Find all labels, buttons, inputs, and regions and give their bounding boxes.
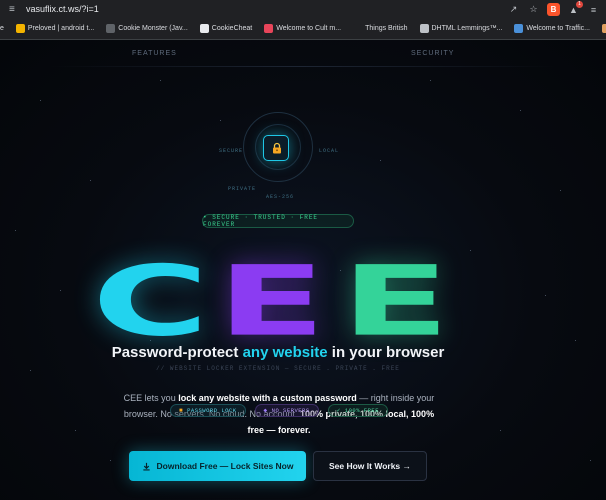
background-star <box>520 110 521 111</box>
background-star <box>60 290 61 291</box>
lock-icon <box>273 142 281 154</box>
brave-rewards-icon[interactable]: ▲ 1 <box>567 1 583 16</box>
background-star <box>90 180 91 181</box>
headline-accent: any website <box>242 344 328 361</box>
orbit-label-local: LOCAL <box>319 148 340 154</box>
rewards-badge: 1 <box>576 1 583 8</box>
bookmark-favicon-icon <box>514 24 524 33</box>
background-star <box>560 190 561 191</box>
background-star <box>470 250 471 251</box>
background-star <box>75 430 76 431</box>
bookmark-favicon-icon <box>264 24 274 33</box>
background-star <box>160 80 161 81</box>
subtagline: // WEBSITE LOCKER EXTENSION — SECURE . P… <box>156 365 400 372</box>
bookmark-favicon-icon <box>199 24 209 33</box>
chip-no-servers: ◆ NO SERVERS <box>254 404 319 417</box>
bookmark-label: te <box>0 25 4 32</box>
nav-divider <box>50 66 556 67</box>
headline-post: in your browser <box>327 344 445 361</box>
desc-part-1: CEE lets you <box>123 393 179 403</box>
bookmark-item[interactable]: Things British <box>353 24 408 33</box>
how-it-works-button[interactable]: See How It Works → <box>313 451 427 481</box>
orbit-label-private: PRIVATE <box>228 186 257 192</box>
orbit-label-secure: SECURE <box>219 148 244 154</box>
bookmark-label: DHTML Lemmings™... <box>431 25 503 32</box>
download-icon <box>142 462 150 471</box>
chip-label: NO SERVERS <box>271 407 310 414</box>
bookmark-item[interactable]: CookieCheat <box>199 24 253 33</box>
bookmark-item[interactable]: DHTML Lemmings™... <box>419 24 503 33</box>
lock-badge <box>263 135 289 161</box>
bookmark-favicon-icon <box>106 24 116 33</box>
bookmark-item[interactable]: Welcome to Traffic... <box>514 24 590 33</box>
background-star <box>220 120 221 121</box>
background-star <box>40 100 41 101</box>
trust-pill: • SECURE · TRUSTED · FREE FOREVER <box>202 214 354 228</box>
bookmark-label: CookieCheat <box>211 25 253 32</box>
bookmark-item[interactable]: Crystal Egg Geodes... <box>601 24 606 33</box>
cee-logo: C E E <box>92 253 464 350</box>
menu-icon[interactable]: ≡ <box>587 3 600 16</box>
background-star <box>430 80 431 81</box>
nav-features[interactable]: FEATURES <box>132 50 177 57</box>
chip-label: 100% FREE <box>344 407 380 414</box>
bookmark-favicon-icon <box>419 24 429 33</box>
bookmark-label: Welcome to Cult m... <box>276 25 342 32</box>
bookmark-favicon-icon <box>15 24 25 33</box>
headline-pre: Password-protect <box>111 344 243 361</box>
bookmark-star-icon[interactable]: ☆ <box>527 3 540 16</box>
download-button[interactable]: Download Free — Lock Sites Now <box>129 451 306 481</box>
background-star <box>590 460 591 461</box>
bookmark-favicon-icon <box>601 24 606 33</box>
bookmark-item[interactable]: Cookie Monster (Jav... <box>106 24 188 33</box>
bookmark-label: Welcome to Traffic... <box>526 25 590 32</box>
bookmarks-bar: te Preloved | android t... Cookie Monster … <box>0 20 606 37</box>
lock-icon: ■ <box>179 407 184 414</box>
bookmark-item[interactable]: te <box>0 25 4 32</box>
bookmark-label: Things British <box>365 25 408 32</box>
bookmark-label: Preloved | android t... <box>27 25 95 32</box>
background-star <box>500 430 501 431</box>
background-star <box>575 340 576 341</box>
chip-free: ✓ 100% FREE <box>327 404 389 417</box>
background-star <box>110 460 111 461</box>
page: FEATURES SECURITY SECURE LOCAL PRIVATE A… <box>0 40 606 500</box>
chip-password-lock: ■ PASSWORD LOCK <box>170 404 246 417</box>
url-text[interactable]: vasuflix.ct.ws/?i=1 <box>26 3 99 15</box>
logo-letter-e-green: E <box>340 244 450 358</box>
bookmark-favicon-icon <box>353 24 363 33</box>
background-star <box>380 160 381 161</box>
brave-shields-icon[interactable]: B <box>547 3 560 16</box>
share-icon[interactable]: ↗ <box>507 3 520 16</box>
feature-chips: ■ PASSWORD LOCK ◆ NO SERVERS ✓ 100% FREE <box>170 404 389 417</box>
nav-security[interactable]: SECURITY <box>411 50 454 57</box>
browser-chrome: ≡ vasuflix.ct.ws/?i=1 ↗ ☆ B ▲1 ≡ te Prelo… <box>0 0 606 40</box>
background-star <box>545 295 546 296</box>
bookmark-label: Cookie Monster (Jav... <box>118 25 188 32</box>
how-it-works-label: See How It Works → <box>328 461 412 471</box>
address-bar-icons: ↗ ☆ B ▲ 1 ≡ <box>507 1 606 17</box>
bookmark-item[interactable]: Welcome to Cult m... <box>264 24 341 33</box>
headline: Password-protect any website in your bro… <box>0 344 556 361</box>
desc-bold-1: lock any website with a custom password <box>178 393 357 403</box>
address-bar[interactable]: ≡ vasuflix.ct.ws/?i=1 ↗ ☆ B ▲ 1 ≡ <box>0 0 606 19</box>
download-button-label: Download Free — Lock Sites Now <box>156 461 294 471</box>
orbit-label-aes: AES-256 <box>266 194 295 200</box>
check-icon: ✓ <box>336 407 341 414</box>
bookmark-item[interactable]: Preloved | android t... <box>15 24 95 33</box>
site-settings-icon[interactable]: ≡ <box>9 4 20 15</box>
chip-label: PASSWORD LOCK <box>187 407 237 414</box>
background-star <box>15 230 16 231</box>
shield-icon: ◆ <box>263 407 268 414</box>
